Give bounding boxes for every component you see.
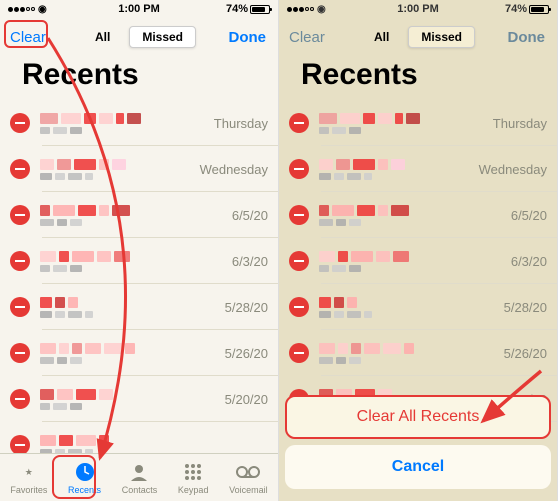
segment-control[interactable]: All Missed	[361, 26, 475, 48]
redacted-caller	[40, 251, 226, 272]
battery-percent: 74%	[226, 3, 248, 15]
call-date: Thursday	[214, 116, 268, 131]
call-row[interactable]: 6/5/20	[0, 192, 278, 238]
redacted-caller	[40, 343, 219, 364]
delete-icon[interactable]	[289, 159, 309, 179]
nav-bar: Clear All Missed Done	[0, 18, 278, 56]
screen-action-sheet: ︎◉ 1:00 PM 74% Clear All Missed Done Rec…	[279, 0, 558, 501]
wifi-icon: ︎◉	[38, 4, 47, 15]
battery-icon	[250, 5, 270, 14]
redacted-caller	[319, 343, 498, 364]
call-date: 6/5/20	[232, 208, 268, 223]
done-button[interactable]: Done	[508, 29, 546, 46]
call-date: Wednesday	[200, 162, 268, 177]
call-date: 6/3/20	[511, 254, 547, 269]
clear-all-recents-button[interactable]: Clear All Recents	[285, 395, 551, 439]
delete-icon[interactable]	[10, 205, 30, 225]
delete-icon[interactable]	[10, 159, 30, 179]
voicemail-icon	[236, 460, 260, 484]
delete-icon[interactable]	[10, 297, 30, 317]
person-icon	[127, 460, 151, 484]
call-row[interactable]: 5/28/20	[279, 284, 557, 330]
redacted-caller	[40, 297, 219, 318]
delete-icon[interactable]	[289, 113, 309, 133]
redacted-caller	[319, 251, 505, 272]
tab-recents[interactable]: Recents	[68, 460, 101, 495]
call-date: Thursday	[493, 116, 547, 131]
status-time: 1:00 PM	[397, 3, 439, 15]
delete-icon[interactable]	[10, 389, 30, 409]
status-bar: ︎◉ 1:00 PM 74%	[279, 0, 557, 18]
cancel-button[interactable]: Cancel	[285, 445, 551, 489]
segment-missed[interactable]: Missed	[129, 26, 196, 48]
redacted-caller	[319, 205, 505, 226]
call-date: 5/26/20	[504, 346, 547, 361]
tab-voicemail[interactable]: Voicemail	[229, 460, 268, 495]
call-date: 5/28/20	[225, 300, 268, 315]
call-row[interactable]: 5/26/20	[279, 330, 557, 376]
call-date: 5/26/20	[225, 346, 268, 361]
call-date: 5/20/20	[225, 392, 268, 407]
call-row[interactable]: 5/20/20	[0, 376, 278, 422]
call-row[interactable]: 6/5/20	[279, 192, 557, 238]
delete-icon[interactable]	[289, 297, 309, 317]
segment-all[interactable]: All	[361, 26, 402, 48]
done-button[interactable]: Done	[229, 29, 267, 46]
recents-list[interactable]: Thursday Wednesday 6/5/20 6/3/20 5/28/20 5/26…	[0, 100, 278, 453]
call-date: 6/5/20	[511, 208, 547, 223]
clear-button[interactable]: Clear	[10, 29, 46, 46]
redacted-caller	[319, 159, 473, 180]
call-row[interactable]: 6/3/20	[279, 238, 557, 284]
battery-percent: 74%	[505, 3, 527, 15]
call-row[interactable]: Thursday	[0, 100, 278, 146]
tab-contacts[interactable]: Contacts	[122, 460, 158, 495]
clear-button[interactable]: Clear	[289, 29, 325, 46]
delete-icon[interactable]	[289, 343, 309, 363]
page-title: Recents	[279, 56, 557, 100]
action-sheet: Clear All Recents Cancel	[279, 389, 557, 501]
nav-bar: Clear All Missed Done	[279, 18, 557, 56]
redacted-caller	[40, 435, 262, 454]
status-bar: ︎◉ 1:00 PM 74%	[0, 0, 278, 18]
call-row[interactable]: 5/28/20	[0, 284, 278, 330]
call-row[interactable]: Wednesday	[0, 146, 278, 192]
call-row[interactable]: Thursday	[279, 100, 557, 146]
delete-icon[interactable]	[289, 251, 309, 271]
segment-missed[interactable]: Missed	[408, 26, 475, 48]
delete-icon[interactable]	[10, 435, 30, 453]
battery-icon	[529, 5, 549, 14]
call-row[interactable]	[0, 422, 278, 453]
delete-icon[interactable]	[10, 251, 30, 271]
call-date: 5/28/20	[504, 300, 547, 315]
star-icon: ★	[17, 460, 41, 484]
screen-edit-mode: ︎◉ 1:00 PM 74% Clear All Missed Done Rec…	[0, 0, 279, 501]
redacted-caller	[40, 159, 194, 180]
redacted-caller	[319, 113, 487, 134]
keypad-icon	[181, 460, 205, 484]
segment-all[interactable]: All	[82, 26, 123, 48]
delete-icon[interactable]	[10, 343, 30, 363]
wifi-icon: ︎◉	[317, 4, 326, 15]
tab-keypad[interactable]: Keypad	[178, 460, 209, 495]
call-row[interactable]: 5/26/20	[0, 330, 278, 376]
status-time: 1:00 PM	[118, 3, 160, 15]
redacted-caller	[40, 113, 208, 134]
redacted-caller	[40, 389, 219, 410]
redacted-caller	[319, 297, 498, 318]
call-row[interactable]: Wednesday	[279, 146, 557, 192]
tab-favorites[interactable]: ★Favorites	[10, 460, 47, 495]
call-date: 6/3/20	[232, 254, 268, 269]
delete-icon[interactable]	[289, 205, 309, 225]
call-date: Wednesday	[479, 162, 547, 177]
clock-icon	[73, 460, 97, 484]
redacted-caller	[40, 205, 226, 226]
page-title: Recents	[0, 56, 278, 100]
segment-control[interactable]: All Missed	[82, 26, 196, 48]
tab-bar: ★Favorites Recents Contacts Keypad Voice…	[0, 453, 278, 501]
call-row[interactable]: 6/3/20	[0, 238, 278, 284]
delete-icon[interactable]	[10, 113, 30, 133]
